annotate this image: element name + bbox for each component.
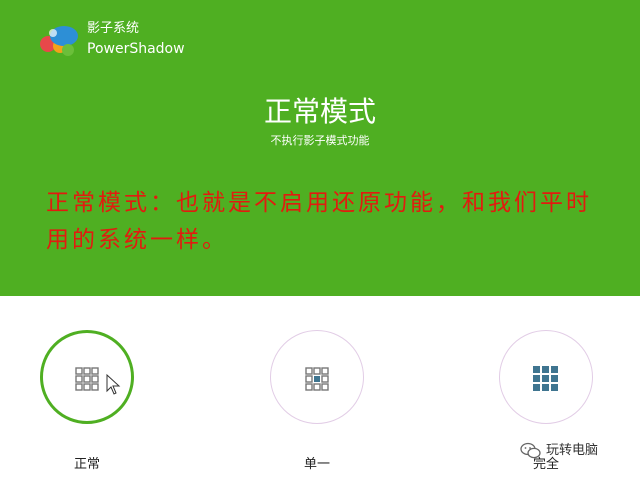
annotation-text: 正常模式：也就是不启用还原功能，和我们平时用的系统一样。	[46, 190, 592, 253]
grid-filled-icon	[533, 366, 558, 391]
mouse-cursor-icon	[106, 373, 121, 395]
mode-title: 正常模式	[263, 95, 376, 128]
mode-full-button[interactable]	[499, 330, 593, 424]
mode-single-label[interactable]: 单一	[270, 456, 364, 474]
wechat-icon	[520, 442, 541, 459]
grid-center-filled-icon	[305, 367, 329, 391]
watermark: 玩转电脑	[520, 441, 598, 461]
app-name: 影子系统	[87, 21, 140, 36]
app-logo	[40, 26, 78, 56]
mode-subtitle: 不执行影子模式功能	[270, 134, 370, 147]
header-banner: 影子系统 PowerShadow 正常模式 不执行影子模式功能 正常模式：也就是…	[0, 0, 640, 296]
app-name-english: PowerShadow	[87, 41, 185, 57]
mode-single-button[interactable]	[270, 330, 364, 424]
watermark-text: 玩转电脑	[546, 443, 599, 458]
mode-normal-label[interactable]: 正常	[40, 456, 134, 474]
mode-normal-button[interactable]	[40, 330, 134, 424]
